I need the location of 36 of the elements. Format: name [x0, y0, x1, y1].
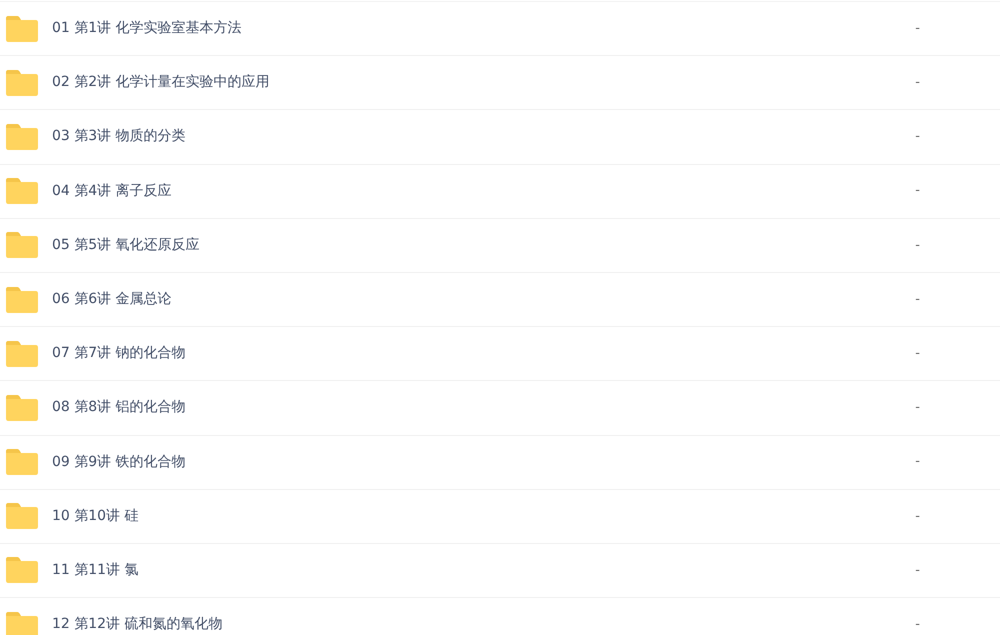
folder-icon — [6, 124, 38, 150]
dash-text: - — [915, 128, 920, 146]
folder-name[interactable]: 07 第7讲 钠的化合物 — [52, 343, 186, 364]
dash-text: - — [915, 344, 920, 363]
dash-text: - — [915, 290, 920, 309]
folder-icon — [6, 394, 38, 421]
folder-icon — [6, 178, 38, 204]
folder-name[interactable]: 10 第10讲 硅 — [52, 506, 139, 527]
folder-name[interactable]: 03 第3讲 物质的分类 — [52, 126, 186, 148]
folder-icon — [6, 232, 38, 258]
folder-icon — [6, 16, 38, 42]
folder-name[interactable]: 06 第6讲 金属总论 — [52, 289, 172, 310]
dash-text: - — [915, 20, 920, 38]
dash-text: - — [915, 616, 920, 634]
dash-text: - — [915, 236, 920, 255]
folder-icon — [6, 612, 38, 635]
folder-name[interactable]: 04 第4讲 离子反应 — [52, 180, 172, 202]
folder-name[interactable]: 11 第11讲 氯 — [52, 560, 139, 581]
dash-text: - — [915, 74, 920, 92]
folder-name[interactable]: 12 第12讲 硫和氮的氧化物 — [52, 614, 223, 635]
dash-text: - — [915, 562, 920, 580]
dash-text: - — [915, 453, 920, 472]
folder-icon — [6, 70, 38, 96]
folder-icon — [6, 286, 38, 313]
folder-name[interactable]: 09 第9讲 铁的化合物 — [52, 452, 186, 473]
folder-name[interactable]: 01 第1讲 化学实验室基本方法 — [52, 18, 242, 40]
folder-icon — [6, 449, 38, 476]
dash-text: - — [915, 508, 920, 526]
folder-name[interactable]: 05 第5讲 氧化还原反应 — [52, 234, 200, 256]
folder-icon — [6, 503, 38, 530]
dash-text: - — [915, 182, 920, 200]
folder-icon — [6, 557, 38, 584]
folder-name[interactable]: 02 第2讲 化学计量在实验中的应用 — [52, 72, 270, 94]
dash-text: - — [915, 399, 920, 418]
folder-icon — [6, 340, 38, 367]
folder-name[interactable]: 08 第8讲 铝的化合物 — [52, 397, 186, 418]
